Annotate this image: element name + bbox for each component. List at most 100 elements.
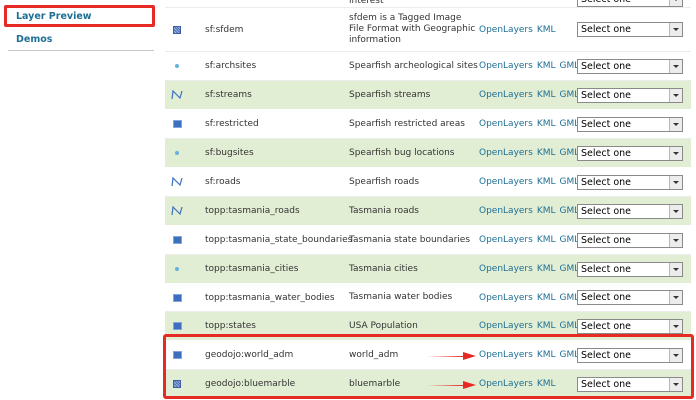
link-openlayers[interactable]: OpenLayers xyxy=(479,177,533,187)
preview-links: OpenLayers KML GML xyxy=(479,255,579,283)
layer-name: sf:restricted xyxy=(205,119,259,129)
layer-title: Spearfish restricted areas xyxy=(349,118,465,129)
raster-icon xyxy=(167,8,187,51)
link-openlayers[interactable]: OpenLayers xyxy=(479,25,533,35)
link-kml[interactable]: KML xyxy=(537,119,556,129)
format-select[interactable]: Select one xyxy=(577,284,685,311)
preview-links: OpenLayers KML GML xyxy=(479,197,579,225)
chevron-down-icon[interactable] xyxy=(669,23,682,36)
layer-name: topp:tasmania_roads xyxy=(205,206,300,216)
layer-name: topp:tasmania_cities xyxy=(205,264,299,274)
select-box[interactable]: Select one xyxy=(577,232,683,248)
select-value: Select one xyxy=(581,234,632,246)
chevron-down-icon[interactable] xyxy=(669,146,682,160)
link-openlayers[interactable]: OpenLayers xyxy=(479,61,533,71)
table-row: sf:bugsites Spearfish bug locations OpenLa… xyxy=(165,139,691,168)
select-value: Select one xyxy=(581,176,632,188)
layer-name: sf:roads xyxy=(205,177,241,187)
select-box[interactable]: Select one xyxy=(577,87,683,103)
point-icon xyxy=(167,139,187,167)
chevron-down-icon[interactable] xyxy=(669,262,682,276)
select-box[interactable]: Select one xyxy=(577,203,683,219)
polygon-icon xyxy=(167,110,187,138)
link-openlayers[interactable]: OpenLayers xyxy=(479,90,533,100)
preview-links: OpenLayers KML xyxy=(479,8,579,51)
format-select[interactable]: Select one xyxy=(577,255,685,283)
polygon-icon xyxy=(167,226,187,254)
select-value: Select one xyxy=(581,60,632,72)
link-kml[interactable]: KML xyxy=(537,61,556,71)
select-box[interactable]: Select one xyxy=(577,290,683,305)
layer-name: sf:streams xyxy=(205,90,252,100)
chevron-down-icon[interactable] xyxy=(669,319,682,333)
format-select[interactable]: Select one xyxy=(577,110,685,138)
table-row: topp:tasmania_water_bodies Tasmania water… xyxy=(165,284,691,312)
format-select[interactable]: Select one xyxy=(577,168,685,196)
preview-links: OpenLayers KML GML xyxy=(479,110,579,138)
preview-links: OpenLayers KML GML xyxy=(479,139,579,167)
select-box[interactable]: Select one xyxy=(577,318,683,334)
link-kml[interactable]: KML xyxy=(537,25,556,35)
link-openlayers[interactable]: OpenLayers xyxy=(479,264,533,274)
link-kml[interactable]: KML xyxy=(537,206,556,216)
line-icon xyxy=(167,168,187,196)
chevron-down-icon[interactable] xyxy=(669,0,682,6)
format-select[interactable]: Select one xyxy=(577,226,685,254)
select-value: Select one xyxy=(581,118,632,130)
select-box[interactable]: Select one xyxy=(577,0,683,7)
table-row: sf:archsites Spearfish archeological site… xyxy=(165,52,691,81)
chevron-down-icon[interactable] xyxy=(669,88,682,102)
red-arrow-icon xyxy=(425,380,477,390)
link-kml[interactable]: KML xyxy=(537,148,556,158)
link-kml[interactable]: KML xyxy=(537,321,556,331)
layer-title: Spearfish bug locations xyxy=(349,147,455,158)
chevron-down-icon[interactable] xyxy=(669,204,682,218)
preview-links: OpenLayers KML GML xyxy=(479,52,579,80)
chevron-down-icon[interactable] xyxy=(669,59,682,73)
table-row: topp:tasmania_roads Tasmania roads OpenLay… xyxy=(165,197,691,226)
select-box[interactable]: Select one xyxy=(577,116,683,132)
layer-title: Tasmania water bodies xyxy=(349,292,453,302)
select-box[interactable]: Select one xyxy=(577,145,683,161)
link-openlayers[interactable]: OpenLayers xyxy=(479,206,533,216)
link-kml[interactable]: KML xyxy=(537,264,556,274)
chevron-down-icon[interactable] xyxy=(669,175,682,189)
link-kml[interactable]: KML xyxy=(537,177,556,187)
layer-title: Tasmania cities xyxy=(349,263,418,274)
format-select[interactable]: Select one xyxy=(577,81,685,109)
sidebar: Layer Preview Demos xyxy=(0,0,160,400)
link-openlayers[interactable]: OpenLayers xyxy=(479,293,533,303)
link-kml[interactable]: KML xyxy=(537,293,556,303)
format-select[interactable]: Select one xyxy=(577,52,685,80)
select-box[interactable]: Select one xyxy=(577,58,683,74)
table-row-partial: interest Select one xyxy=(165,0,691,8)
chevron-down-icon[interactable] xyxy=(669,233,682,247)
table-row: sf:streams Spearfish streams OpenLayers KML… xyxy=(165,81,691,110)
polygon-icon xyxy=(167,284,187,311)
link-kml[interactable]: KML xyxy=(537,90,556,100)
format-select[interactable]: Select one xyxy=(577,8,685,51)
link-openlayers[interactable]: OpenLayers xyxy=(479,235,533,245)
sidebar-divider xyxy=(8,50,154,51)
sidebar-item-demos[interactable]: Demos xyxy=(16,34,52,45)
format-select[interactable]: Select one xyxy=(577,197,685,225)
format-select[interactable]: Select one xyxy=(577,139,685,167)
select-box[interactable]: Select one xyxy=(577,174,683,190)
preview-links: OpenLayers KML GML xyxy=(479,81,579,109)
link-openlayers[interactable]: OpenLayers xyxy=(479,148,533,158)
select-value: Select one xyxy=(581,24,632,35)
preview-links: OpenLayers KML GML xyxy=(479,226,579,254)
layer-title: Spearfish streams xyxy=(349,89,431,100)
chevron-down-icon[interactable] xyxy=(669,291,682,304)
link-kml[interactable]: KML xyxy=(537,235,556,245)
link-openlayers[interactable]: OpenLayers xyxy=(479,321,533,331)
layer-name: sf:archsites xyxy=(205,61,257,71)
link-openlayers[interactable]: OpenLayers xyxy=(479,119,533,129)
select-box[interactable]: Select one xyxy=(577,22,683,37)
select-value: Select one xyxy=(581,89,632,101)
select-box[interactable]: Select one xyxy=(577,261,683,277)
point-icon xyxy=(167,52,187,80)
chevron-down-icon[interactable] xyxy=(669,117,682,131)
layer-name: topp:tasmania_state_boundaries xyxy=(205,235,353,245)
point-icon xyxy=(167,255,187,283)
